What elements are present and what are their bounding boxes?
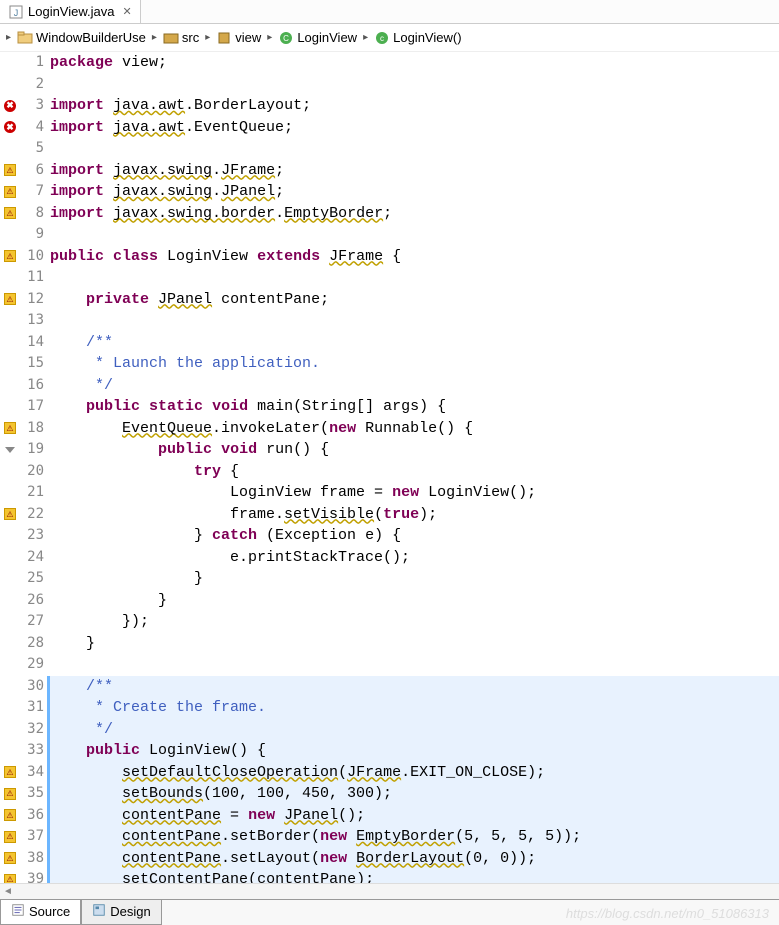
- line-number-gutter: 1234567891011121314151617181920212223242…: [20, 52, 48, 883]
- method-icon: c: [374, 30, 390, 46]
- chevron-right-icon: ▸: [267, 32, 272, 43]
- breadcrumb-src[interactable]: src: [163, 30, 199, 46]
- package-folder-icon: [163, 30, 179, 46]
- code-area[interactable]: package view;import java.awt.BorderLayou…: [48, 52, 779, 883]
- tab-source[interactable]: Source: [0, 900, 81, 925]
- code-editor[interactable]: ✖✖⚠⚠⚠⚠⚠⚠⚠⚠⚠⚠⚠⚠⚠⚠ 12345678910111213141516…: [0, 52, 779, 883]
- close-icon[interactable]: ✕: [123, 5, 132, 18]
- watermark-text: https://blog.csdn.net/m0_51086313: [566, 906, 769, 921]
- breadcrumb-method[interactable]: c LoginView(): [374, 30, 461, 46]
- package-icon: [216, 30, 232, 46]
- tab-design[interactable]: Design: [81, 900, 161, 925]
- scroll-left-icon[interactable]: ◄: [0, 886, 16, 897]
- design-tab-icon: [92, 903, 106, 920]
- java-file-icon: J: [8, 4, 24, 20]
- chevron-right-icon: ▸: [6, 32, 11, 43]
- svg-text:J: J: [14, 8, 19, 18]
- horizontal-scrollbar[interactable]: ◄: [0, 883, 779, 899]
- svg-text:C: C: [283, 34, 289, 43]
- breadcrumb: ▸ WindowBuilderUse ▸ src ▸ view ▸ C Logi…: [0, 24, 779, 52]
- class-icon: C: [278, 30, 294, 46]
- project-icon: [17, 30, 33, 46]
- source-tab-icon: [11, 903, 25, 920]
- chevron-right-icon: ▸: [152, 32, 157, 43]
- marker-gutter: ✖✖⚠⚠⚠⚠⚠⚠⚠⚠⚠⚠⚠⚠⚠⚠: [0, 52, 20, 883]
- tab-title: LoginView.java: [28, 4, 115, 19]
- chevron-right-icon: ▸: [363, 32, 368, 43]
- breadcrumb-project[interactable]: WindowBuilderUse: [17, 30, 146, 46]
- breadcrumb-class[interactable]: C LoginView: [278, 30, 357, 46]
- editor-tab-active[interactable]: J LoginView.java ✕: [0, 0, 141, 23]
- breadcrumb-package[interactable]: view: [216, 30, 261, 46]
- chevron-right-icon: ▸: [205, 32, 210, 43]
- editor-mode-tabs: Source Design https://blog.csdn.net/m0_5…: [0, 899, 779, 925]
- editor-tab-bar: J LoginView.java ✕: [0, 0, 779, 24]
- svg-text:c: c: [380, 34, 384, 43]
